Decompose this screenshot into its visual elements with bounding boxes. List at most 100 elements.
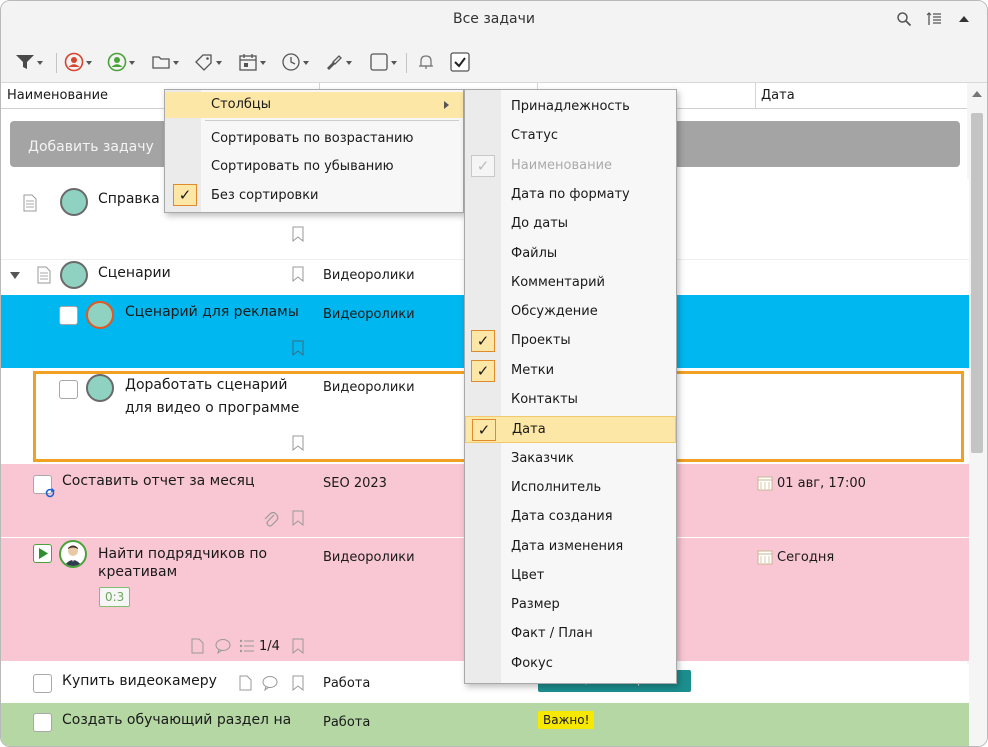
column-option-label: Контакты	[511, 392, 578, 407]
menu-item-sort-asc[interactable]: Сортировать по возрастанию	[165, 126, 463, 152]
column-option-label: Размер	[511, 597, 560, 613]
checkbox-checked-icon	[450, 52, 470, 72]
task-checkbox[interactable]	[33, 713, 52, 732]
column-option: ✓ Наименование	[465, 153, 676, 180]
folder-icon	[152, 56, 170, 69]
task-name: Создать обучающий раздел на	[62, 712, 292, 728]
time-filter-button[interactable]	[281, 51, 309, 73]
column-option[interactable]: До даты	[465, 211, 676, 238]
timer-badge: 0:3	[99, 587, 131, 607]
highlight-filter-button[interactable]	[324, 51, 352, 73]
menu-item-sort-desc[interactable]: Сортировать по убыванию	[165, 154, 463, 180]
bookmark-icon[interactable]	[292, 226, 304, 242]
column-option-label: Факт / План	[511, 626, 593, 642]
tag-filter-button[interactable]	[194, 51, 222, 73]
status-circle[interactable]	[60, 188, 88, 216]
task-window: Все задачи Наименование Дата Добавить за…	[0, 0, 988, 747]
task-date: Сегодня	[777, 550, 835, 565]
color-filter-button[interactable]	[369, 51, 397, 73]
play-button[interactable]	[33, 544, 52, 563]
tag-badge[interactable]: Важно!	[538, 711, 595, 729]
task-name: Составить отчет за месяц	[62, 473, 255, 489]
column-option[interactable]: Дата по формату	[465, 182, 676, 209]
column-option-label: Дата создания	[511, 509, 613, 525]
column-context-menu: Столбцы Сортировать по возрастанию Сорти…	[164, 89, 464, 213]
attachment-icon[interactable]	[263, 510, 279, 528]
column-option[interactable]: Комментарий	[465, 270, 676, 297]
bookmark-icon[interactable]	[292, 675, 304, 691]
completed-toggle[interactable]	[449, 51, 471, 73]
bookmark-icon[interactable]	[292, 266, 304, 282]
column-option-label: Заказчик	[511, 450, 575, 466]
task-row[interactable]: Создать обучающий раздел на Работа Важно…	[1, 703, 969, 746]
reminder-button[interactable]	[416, 51, 436, 73]
vertical-scrollbar[interactable]	[967, 83, 987, 746]
recurring-icon	[45, 488, 55, 498]
column-option[interactable]: Фокус	[465, 651, 676, 678]
assignee-filter-button[interactable]	[64, 51, 92, 73]
column-option[interactable]: ✓ Проекты	[465, 328, 676, 355]
column-option[interactable]: Обсуждение	[465, 299, 676, 326]
column-option-label: Файлы	[511, 245, 558, 261]
column-date-header[interactable]: Дата	[761, 88, 795, 103]
column-option[interactable]: Дата изменения	[465, 534, 676, 561]
window-title: Все задачи	[452, 11, 536, 27]
task-name-line1: Найти подрядчиков по	[98, 546, 268, 562]
task-checkbox[interactable]	[33, 674, 52, 693]
scroll-thumb[interactable]	[971, 113, 983, 453]
sort-order-icon[interactable]	[925, 10, 943, 28]
columns-submenu: Принадлежность Статус ✓ Наименование Дата по…	[464, 89, 677, 684]
document-icon[interactable]	[191, 638, 204, 654]
column-option[interactable]: Исполнитель	[465, 475, 676, 502]
task-checkbox[interactable]	[59, 306, 78, 325]
project-filter-button[interactable]	[151, 51, 179, 73]
task-project: Работа	[323, 715, 371, 730]
column-option-label: Цвет	[511, 567, 545, 583]
column-name-header[interactable]: Наименование	[7, 88, 108, 103]
bookmark-icon[interactable]	[292, 510, 304, 526]
status-circle[interactable]	[86, 301, 114, 329]
column-option[interactable]: Размер	[465, 592, 676, 619]
scroll-up-arrow[interactable]	[972, 91, 982, 97]
bookmark-icon[interactable]	[292, 340, 304, 356]
menu-item-columns[interactable]: Столбцы	[165, 92, 463, 118]
bookmark-icon[interactable]	[292, 435, 304, 451]
calendar-filter-button[interactable]	[238, 51, 266, 73]
column-option[interactable]: ✓ Метки	[465, 358, 676, 385]
menu-item-columns-label: Столбцы	[211, 97, 272, 112]
column-option[interactable]: Файлы	[465, 241, 676, 268]
calendar-icon	[757, 550, 773, 565]
task-project: Видеоролики	[323, 380, 415, 395]
task-checkbox[interactable]	[59, 380, 78, 399]
avatar[interactable]	[59, 540, 87, 568]
status-circle[interactable]	[86, 374, 114, 402]
column-option-label: Дата по формату	[511, 186, 630, 202]
checklist-icon[interactable]	[239, 638, 255, 654]
customer-filter-button[interactable]	[107, 51, 135, 73]
column-option-label: Метки	[511, 362, 555, 378]
column-option[interactable]: ✓ Дата	[465, 416, 676, 444]
expand-arrow-icon[interactable]	[10, 272, 20, 280]
search-icon[interactable]	[895, 10, 913, 28]
document-icon[interactable]	[239, 675, 252, 691]
column-option-label: Обсуждение	[511, 304, 598, 320]
status-circle[interactable]	[60, 261, 88, 289]
column-option[interactable]: Контакты	[465, 387, 676, 414]
column-option[interactable]: Цвет	[465, 563, 676, 590]
bookmark-icon[interactable]	[292, 638, 304, 654]
check-icon: ✓	[471, 330, 495, 353]
column-option[interactable]: Факт / План	[465, 621, 676, 648]
collapse-up-icon[interactable]	[955, 10, 973, 28]
task-name: Купить видеокамеру	[62, 673, 217, 689]
play-icon	[39, 548, 48, 559]
column-option[interactable]: Статус	[465, 123, 676, 150]
column-option[interactable]: Принадлежность	[465, 94, 676, 121]
clock-icon	[282, 53, 300, 71]
comment-icon[interactable]	[262, 675, 278, 691]
column-option[interactable]: Дата создания	[465, 504, 676, 531]
column-option[interactable]: Заказчик	[465, 446, 676, 473]
tag-icon	[195, 54, 212, 71]
menu-item-no-sort[interactable]: ✓ Без сортировки	[165, 183, 463, 209]
filter-button[interactable]	[15, 51, 43, 73]
comment-icon[interactable]	[215, 638, 231, 654]
